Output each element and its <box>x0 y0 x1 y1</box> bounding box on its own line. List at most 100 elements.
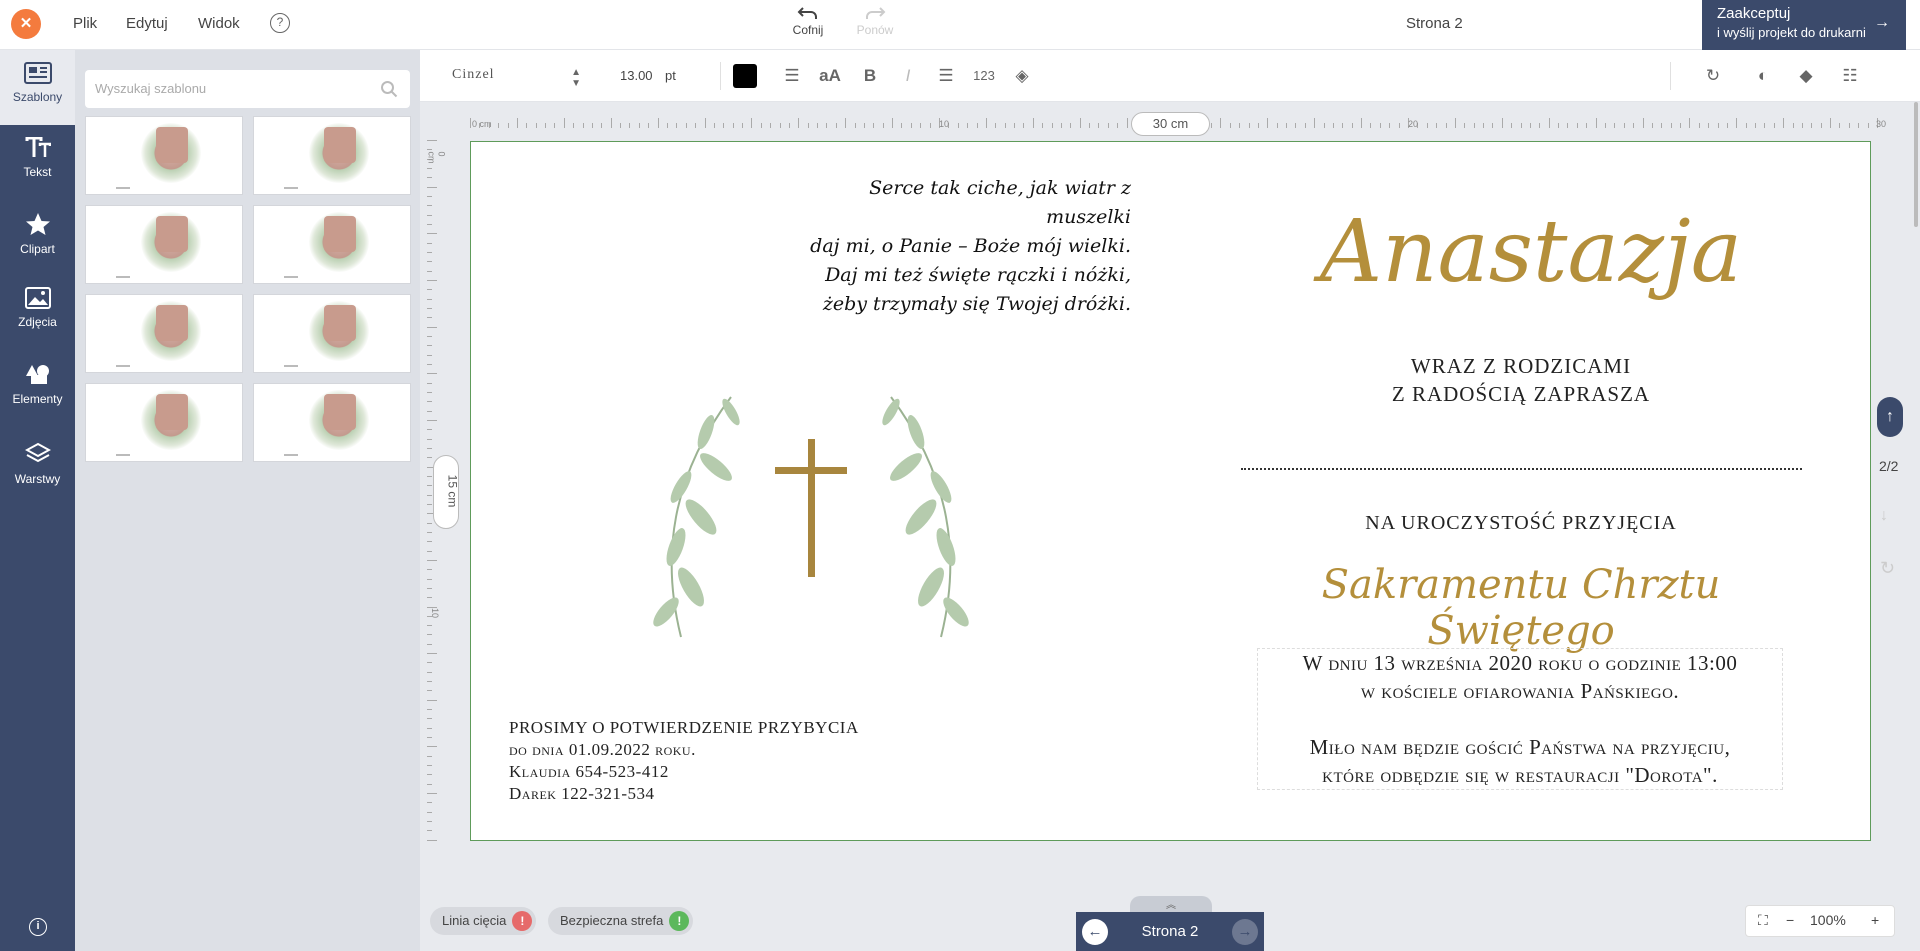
template-thumbnail[interactable] <box>253 205 411 284</box>
bold-icon[interactable]: B <box>858 64 882 88</box>
template-thumbnail[interactable] <box>253 116 411 195</box>
top-bar: ✕ Plik Edytuj Widok ? Cofnij Ponów Stron… <box>0 0 1920 50</box>
template-search-input[interactable]: Wyszukaj szablonu <box>85 70 410 108</box>
text-line: Prosimy o potwierdzenie przybycia <box>509 718 859 737</box>
fill-bucket-icon[interactable]: ◈ <box>1010 64 1034 88</box>
rotate-icon[interactable]: ↻ <box>1701 64 1725 88</box>
font-family-select[interactable]: Cinzel ▲ ▼ <box>452 67 582 89</box>
letter-spacing-icon[interactable]: 123 <box>972 64 996 88</box>
text-icon <box>25 137 51 157</box>
template-thumbnail[interactable] <box>85 205 243 284</box>
template-thumbnail[interactable] <box>253 294 411 373</box>
sidebar-item-layers[interactable]: Warstwy <box>0 430 75 505</box>
height-badge-label: 15 cm <box>445 474 460 508</box>
poem-text[interactable]: Serce tak ciche, jak wiatr z muszelki da… <box>791 174 1131 319</box>
page-strip-toggle[interactable]: ︽ <box>1130 896 1212 912</box>
template-thumbnail[interactable] <box>85 383 243 462</box>
info-icon[interactable]: i <box>29 918 47 936</box>
accept-label: Zaakceptuj <box>1717 5 1791 22</box>
ruler-label: 0 cm <box>472 119 492 129</box>
page-counter: 2/2 <box>1879 458 1899 474</box>
redo-label: Ponów <box>856 23 894 37</box>
divider <box>1670 62 1671 90</box>
zoom-level: 100% <box>1810 912 1846 928</box>
text-line: do dnia 01.09.2022 roku. <box>509 740 696 759</box>
undo-label: Cofnij <box>792 23 824 37</box>
accept-sublabel: i wyślij projekt do drukarni <box>1717 25 1866 40</box>
text-line: Darek 122-321-534 <box>509 784 655 803</box>
text-line: wraz z rodzicami <box>1410 354 1632 378</box>
sidebar-item-text[interactable]: Tekst <box>0 125 75 200</box>
help-icon[interactable]: ? <box>270 13 290 33</box>
select-caret-icon: ▲ ▼ <box>571 67 582 89</box>
safe-zone-label: Bezpieczna strefa <box>560 913 664 928</box>
undo-button[interactable]: Cofnij <box>788 5 828 37</box>
templates-panel: Wyszukaj szablonu <box>75 50 420 951</box>
text-line: z radością zaprasza <box>1391 382 1651 406</box>
width-badge: 30 cm <box>1131 112 1210 136</box>
poem-line: daj mi, o Panie – Boże mój wielki. <box>810 235 1131 257</box>
sidebar-item-photos[interactable]: Zdjęcia <box>0 275 75 350</box>
templates-icon <box>23 62 52 84</box>
font-size-unit-select[interactable]: pt <box>665 68 676 83</box>
text-case-icon[interactable]: aA <box>818 64 842 88</box>
cut-line-toggle[interactable]: Linia cięcia ! <box>430 907 537 935</box>
rsvp-text[interactable]: Prosimy o potwierdzenie przybycia do dni… <box>509 717 909 805</box>
menu-edit[interactable]: Edytuj <box>126 15 168 32</box>
align-center-icon[interactable]: ☰ <box>780 64 804 88</box>
text-color-swatch[interactable] <box>733 64 757 88</box>
menu-view[interactable]: Widok <box>198 15 240 32</box>
sidebar-item-clipart[interactable]: Clipart <box>0 200 75 275</box>
italic-icon[interactable]: I <box>896 64 920 88</box>
close-button[interactable]: ✕ <box>11 9 41 39</box>
fullscreen-icon[interactable]: ⛶ <box>1758 912 1768 929</box>
line-height-icon[interactable]: ☰ <box>934 64 958 88</box>
sidebar-item-label: Zdjęcia <box>18 315 57 329</box>
format-toolbar: Cinzel ▲ ▼ 13.00 pt ☰ aA B I ☰ 123 ◈ ↻ ◐ … <box>420 50 1920 102</box>
adjust-icon[interactable]: ☷ <box>1838 64 1862 88</box>
text-line: które odbędzie się w restauracji "Dorota… <box>1322 763 1718 787</box>
template-thumbnail[interactable] <box>253 383 411 462</box>
opacity-icon[interactable]: ◐ <box>1751 64 1775 88</box>
menu-file[interactable]: Plik <box>73 15 97 32</box>
accept-button[interactable]: Zaakceptuj i wyślij projekt do drukarni … <box>1702 0 1906 50</box>
dotted-divider <box>1241 468 1802 470</box>
layers-order-icon[interactable]: ◆ <box>1794 64 1818 88</box>
left-sidebar: Szablony Tekst Clipart Zdjęcia Elementy … <box>0 50 75 951</box>
font-name: Cinzel <box>452 67 495 82</box>
shapes-icon <box>25 365 49 384</box>
sidebar-item-elements[interactable]: Elementy <box>0 350 75 430</box>
redo-icon <box>866 7 886 19</box>
zoom-out-button[interactable]: − <box>1786 912 1794 928</box>
poem-line: żeby trzymały się Twojej dróżki. <box>822 293 1131 315</box>
with-parents-text[interactable]: wraz z rodzicami z radością zaprasza <box>1231 352 1811 408</box>
next-page-button[interactable]: → <box>1232 919 1258 945</box>
arrow-right-icon: → <box>1874 14 1890 31</box>
text-line: Klaudia 654-523-412 <box>509 762 669 781</box>
sidebar-item-label: Tekst <box>23 165 52 179</box>
layers-icon <box>24 442 51 463</box>
font-size-input[interactable]: 13.00 <box>620 68 653 83</box>
safe-zone-toggle[interactable]: Bezpieczna strefa ! <box>548 907 694 935</box>
zoom-control: ⛶ − 100% + <box>1745 905 1895 937</box>
cross-wreath-clipart[interactable] <box>621 357 1001 667</box>
event-details-text[interactable]: W dniu 13 września 2020 roku o godzinie … <box>1257 648 1783 790</box>
height-badge: 15 cm <box>433 455 459 529</box>
page-navigator: ← Strona 2 → <box>1076 912 1264 951</box>
redo-button[interactable]: Ponów <box>855 5 895 37</box>
zoom-in-button[interactable]: + <box>1871 912 1879 928</box>
poem-line: Daj mi też święte rączki i nóżki, <box>825 264 1131 286</box>
ceremony-text[interactable]: na uroczystość przyjęcia <box>1231 512 1811 535</box>
page-down-button[interactable]: ↓ <box>1880 507 1888 525</box>
design-canvas[interactable]: Serce tak ciche, jak wiatr z muszelki da… <box>470 141 1871 841</box>
sidebar-item-templates[interactable]: Szablony <box>0 50 75 125</box>
sacrament-text[interactable]: Sakramentu Chrztu Świętego <box>1231 562 1811 654</box>
template-thumbnail[interactable] <box>85 116 243 195</box>
undo-icon <box>797 7 817 19</box>
template-thumbnail[interactable] <box>85 294 243 373</box>
refresh-icon[interactable]: ↻ <box>1880 558 1895 579</box>
page-up-button[interactable]: ↑ <box>1877 397 1903 437</box>
vertical-scrollbar[interactable] <box>1914 102 1918 227</box>
child-name-text[interactable]: Anastazja <box>1301 202 1761 302</box>
